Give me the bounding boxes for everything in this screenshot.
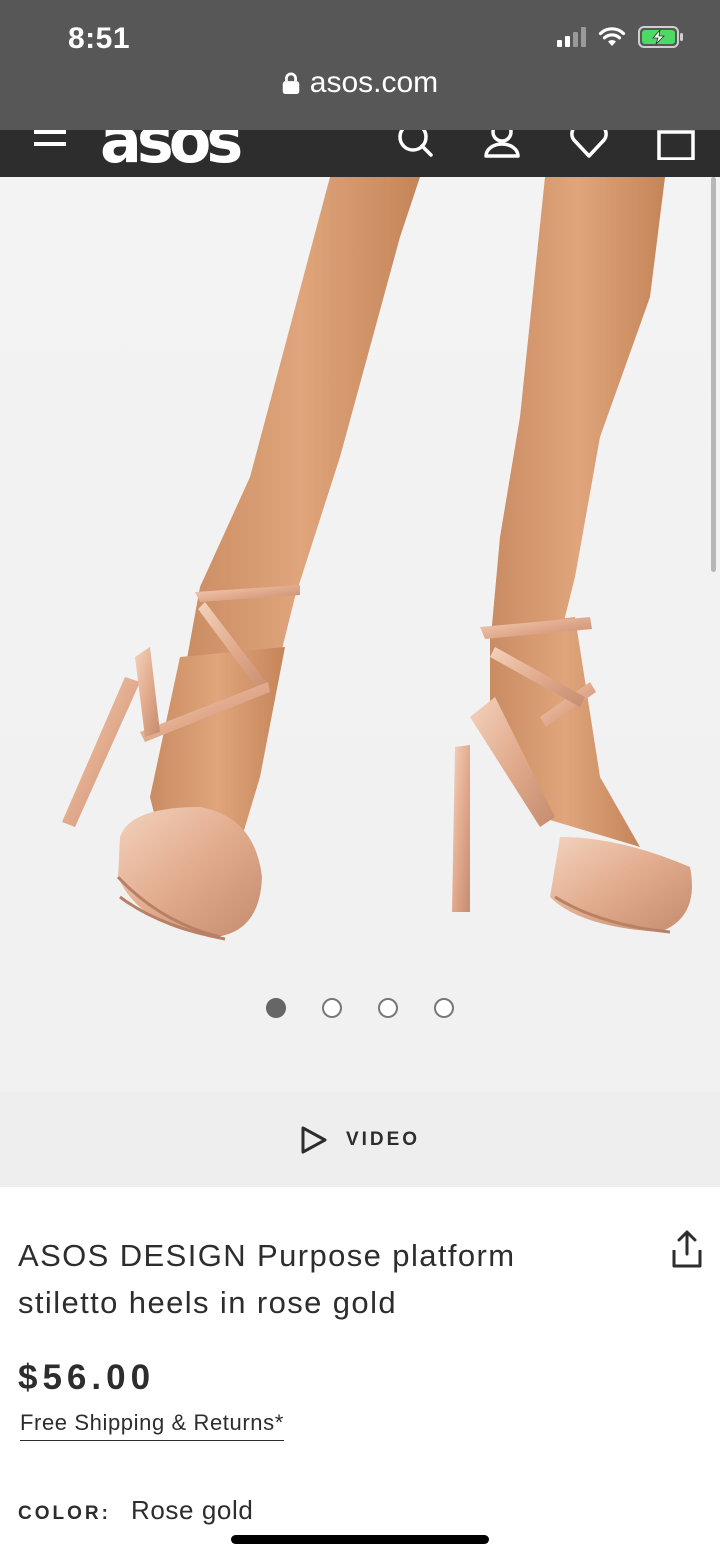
account-icon[interactable] <box>482 130 522 160</box>
wifi-icon <box>598 27 626 46</box>
product-image-gallery[interactable] <box>0 177 720 1092</box>
asos-logo[interactable]: asos <box>100 130 243 177</box>
wishlist-heart-icon[interactable] <box>569 130 609 160</box>
gallery-pagination <box>0 998 720 1018</box>
color-label: COLOR: <box>18 1503 111 1524</box>
battery-icon <box>638 26 683 48</box>
url-text: asos.com <box>309 66 439 99</box>
status-icons <box>557 26 684 48</box>
browser-top-bar: 8:51 asos.com <box>0 0 720 130</box>
signal-icon <box>557 27 586 47</box>
video-label: VIDEO <box>345 1128 421 1150</box>
lock-icon <box>282 72 300 94</box>
product-price: $56.00 <box>18 1358 156 1397</box>
free-shipping-link[interactable]: Free Shipping & Returns* <box>20 1410 284 1441</box>
hamburger-icon[interactable] <box>34 130 66 150</box>
video-button[interactable]: VIDEO <box>0 1092 720 1187</box>
play-icon <box>301 1126 327 1153</box>
page-scrollbar[interactable] <box>711 177 716 572</box>
gallery-dot-3[interactable] <box>378 998 398 1018</box>
gallery-dot-2[interactable] <box>322 998 342 1018</box>
gallery-dot-1[interactable] <box>266 998 286 1018</box>
share-icon[interactable] <box>670 1230 704 1270</box>
product-photo <box>0 177 720 1092</box>
gallery-dot-4[interactable] <box>434 998 454 1018</box>
site-header: asos <box>0 130 720 177</box>
color-selector: COLOR: Rose gold <box>18 1495 253 1526</box>
address-bar[interactable]: asos.com <box>0 66 720 100</box>
status-time: 8:51 <box>68 22 131 55</box>
home-indicator <box>231 1535 489 1544</box>
bag-icon[interactable] <box>656 130 696 160</box>
color-value: Rose gold <box>130 1495 254 1525</box>
product-title: ASOS DESIGN Purpose platform stiletto he… <box>18 1238 516 1320</box>
search-icon[interactable] <box>396 130 436 160</box>
